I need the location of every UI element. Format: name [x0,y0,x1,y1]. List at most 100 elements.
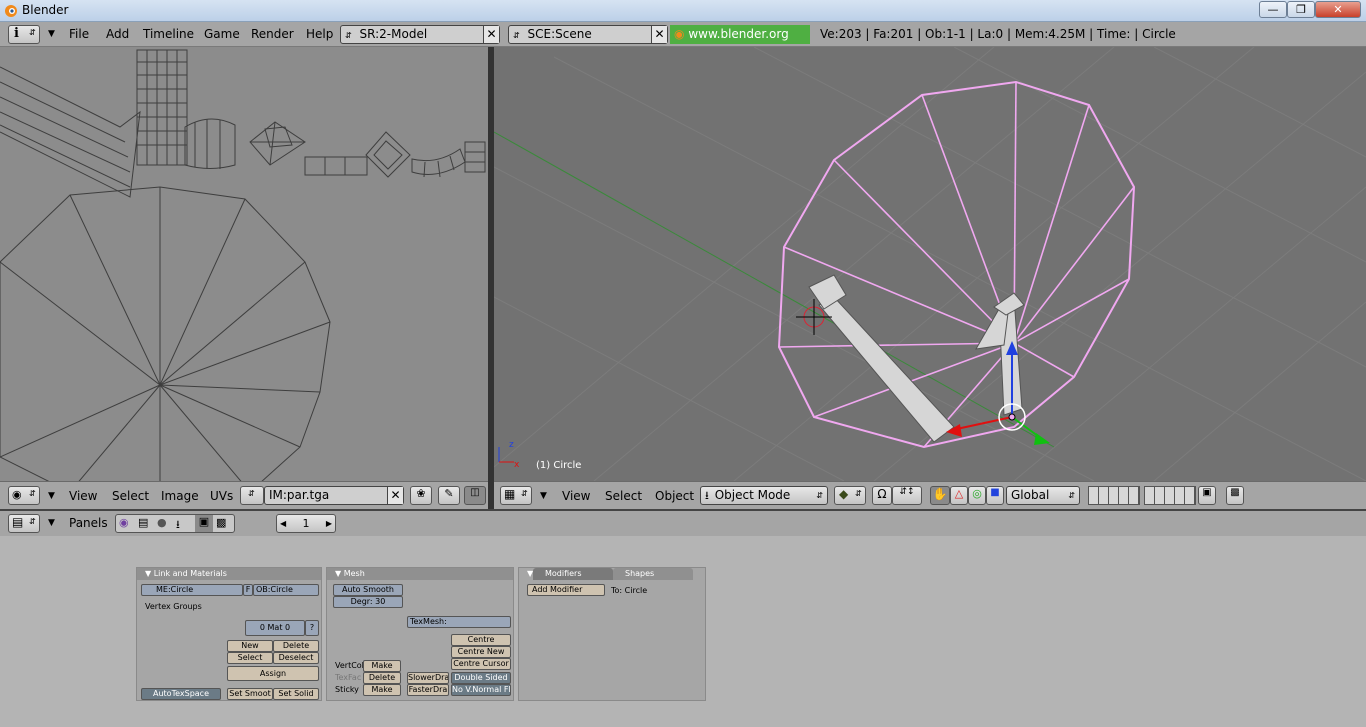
3d-menu-view[interactable]: View [562,489,590,503]
uv-image-editor[interactable] [0,47,488,481]
uv-menu-image[interactable]: Image [161,489,199,503]
website-badge[interactable]: ◉ www.blender.org 242 [670,25,810,60]
vertex-groups-label: Vertex Groups [145,602,202,611]
pack-image-button[interactable]: ❀ [410,486,432,505]
uv-menu-view[interactable]: View [69,489,97,503]
paint-tool-button[interactable]: ✎ [438,486,460,505]
updown-icon: ⇵ [855,489,862,498]
collapse-arrow-icon[interactable]: ▼ [540,491,547,501]
slower-draw-button[interactable]: SlowerDra [407,672,449,684]
texmesh-field[interactable]: TexMesh: [407,616,511,628]
arrow-left-icon[interactable]: ◀ [280,515,286,532]
brush-icon: ✎ [444,487,454,500]
object-name-field[interactable]: OB:Circle [253,584,319,596]
manipulator-toggle-button[interactable]: ✋ [930,486,950,505]
autotexspace-toggle[interactable]: AutoTexSpace [141,688,221,700]
translate-manipulator-button[interactable]: △ [950,486,968,505]
close-window-button[interactable]: ✕ [1315,1,1361,18]
degr-field[interactable]: Degr: 30 [333,596,403,608]
collapse-arrow-icon[interactable]: ▼ [48,29,55,39]
fake-user-button[interactable]: F [243,584,253,596]
shading-tab-icon[interactable]: ● [157,516,167,529]
browse-image-button[interactable]: ⇵ [240,486,264,505]
image-name-field[interactable]: IM:par.tga ✕ [264,486,404,505]
panel-mesh: ▼ Mesh Auto Smooth Degr: 30 TexMesh: Cen… [326,567,514,701]
pivot-button[interactable]: Ω [872,486,892,505]
maximize-button[interactable]: ❐ [1287,1,1315,18]
tab-shapes[interactable]: Shapes [613,568,693,580]
set-solid-button[interactable]: Set Solid [273,688,319,700]
layer-buttons-right[interactable] [1144,486,1196,505]
object-tab-icon[interactable]: ⭳ [176,516,180,535]
minimize-button[interactable]: — [1259,1,1287,18]
close-icon[interactable]: ✕ [483,26,499,43]
double-sided-toggle[interactable]: Double Sided [451,672,511,684]
draw-type-button[interactable]: ◆ ⇵ [834,486,866,505]
material-help-button[interactable]: ? [305,620,319,636]
collapse-arrow-icon[interactable]: ▼ [48,491,55,501]
window-type-image-button[interactable]: ◉ ⇵ [8,486,40,505]
lock-icon: ▣ [1202,487,1212,498]
centre-button[interactable]: Centre [451,634,511,646]
scene-tab-icon[interactable]: ▩ [216,516,226,529]
logic-tab-icon[interactable]: ◉ [119,516,129,529]
render-preview-button[interactable]: ▩ [1226,486,1244,505]
menu-render[interactable]: Render [251,27,294,41]
new-material-button[interactable]: New [227,640,273,652]
menu-game[interactable]: Game [204,27,240,41]
uv-menu-select[interactable]: Select [112,489,149,503]
rotate-manipulator-button[interactable]: ◎ [968,486,986,505]
menu-add[interactable]: Add [106,27,129,41]
menu-help[interactable]: Help [306,27,333,41]
orientation-select[interactable]: Global ⇵ [1006,486,1080,505]
close-icon[interactable]: ✕ [651,26,667,43]
panel-tabs: ▼ Modifiers Shapes [519,568,705,580]
frame-number-field[interactable]: ◀ 1 ▶ [276,514,336,533]
panel-title[interactable]: ▼ Link and Materials [137,568,321,580]
arrow-right-icon[interactable]: ▶ [326,515,332,532]
vertcol-make-button[interactable]: Make [363,660,401,672]
image-editor-icon: ◉ [12,488,22,501]
pivot-menu-button[interactable]: ⇵↕ [892,486,922,505]
menu-file[interactable]: File [69,27,89,41]
assign-material-button[interactable]: Assign [227,666,319,681]
mode-select[interactable]: ⭳ Object Mode ⇵ [700,486,828,505]
3d-menu-object[interactable]: Object [655,489,694,503]
window-type-3d-button[interactable]: ▦ ⇵ [500,486,532,505]
set-smooth-button[interactable]: Set Smoot [227,688,273,700]
auto-smooth-toggle[interactable]: Auto Smooth [333,584,403,596]
collapse-arrow-icon[interactable]: ▼ [48,518,55,528]
screen-selector[interactable]: ⇵ SR:2-Model ✕ [340,25,500,44]
editing-tab-icon[interactable]: ▣ [195,515,213,532]
window-type-info-button[interactable]: i ⇵ [8,25,40,44]
mesh-name-field[interactable]: ME:Circle [141,584,243,596]
panel-title[interactable]: ▼ Mesh [327,568,513,580]
material-index-field[interactable]: 0 Mat 0 [245,620,305,636]
tab-modifiers[interactable]: Modifiers [533,568,613,580]
centre-cursor-button[interactable]: Centre Cursor [451,658,511,670]
select-material-button[interactable]: Select [227,652,273,664]
lock-layers-button[interactable]: ▣ [1198,486,1216,505]
3d-viewport[interactable]: z x (1) Circle [494,47,1366,481]
script-tab-icon[interactable]: ▤ [138,516,148,529]
lock-view-button[interactable]: ◫ [464,486,486,505]
deselect-material-button[interactable]: Deselect [273,652,319,664]
no-vnormal-flip-toggle[interactable]: No V.Normal Fl [451,684,511,696]
delete-material-button[interactable]: Delete [273,640,319,652]
close-icon[interactable]: ✕ [387,487,403,504]
scene-selector[interactable]: ⇵ SCE:Scene ✕ [508,25,668,44]
faster-draw-button[interactable]: FasterDra [407,684,449,696]
centre-new-button[interactable]: Centre New [451,646,511,658]
menu-timeline[interactable]: Timeline [143,27,194,41]
add-modifier-button[interactable]: Add Modifier [527,584,605,596]
uv-menu-uvs[interactable]: UVs [210,489,233,503]
scale-manipulator-button[interactable]: ■ [986,486,1004,505]
layer-buttons-left[interactable] [1088,486,1140,505]
window-type-buttons-button[interactable]: ▤ ⇵ [8,514,40,533]
updown-icon: ⇵ [521,489,528,498]
updown-icon: ⇵↕ [899,487,915,497]
updown-icon: ⇵ [29,489,36,498]
sticky-make-button[interactable]: Make [363,684,401,696]
3d-menu-select[interactable]: Select [605,489,642,503]
texface-delete-button[interactable]: Delete [363,672,401,684]
